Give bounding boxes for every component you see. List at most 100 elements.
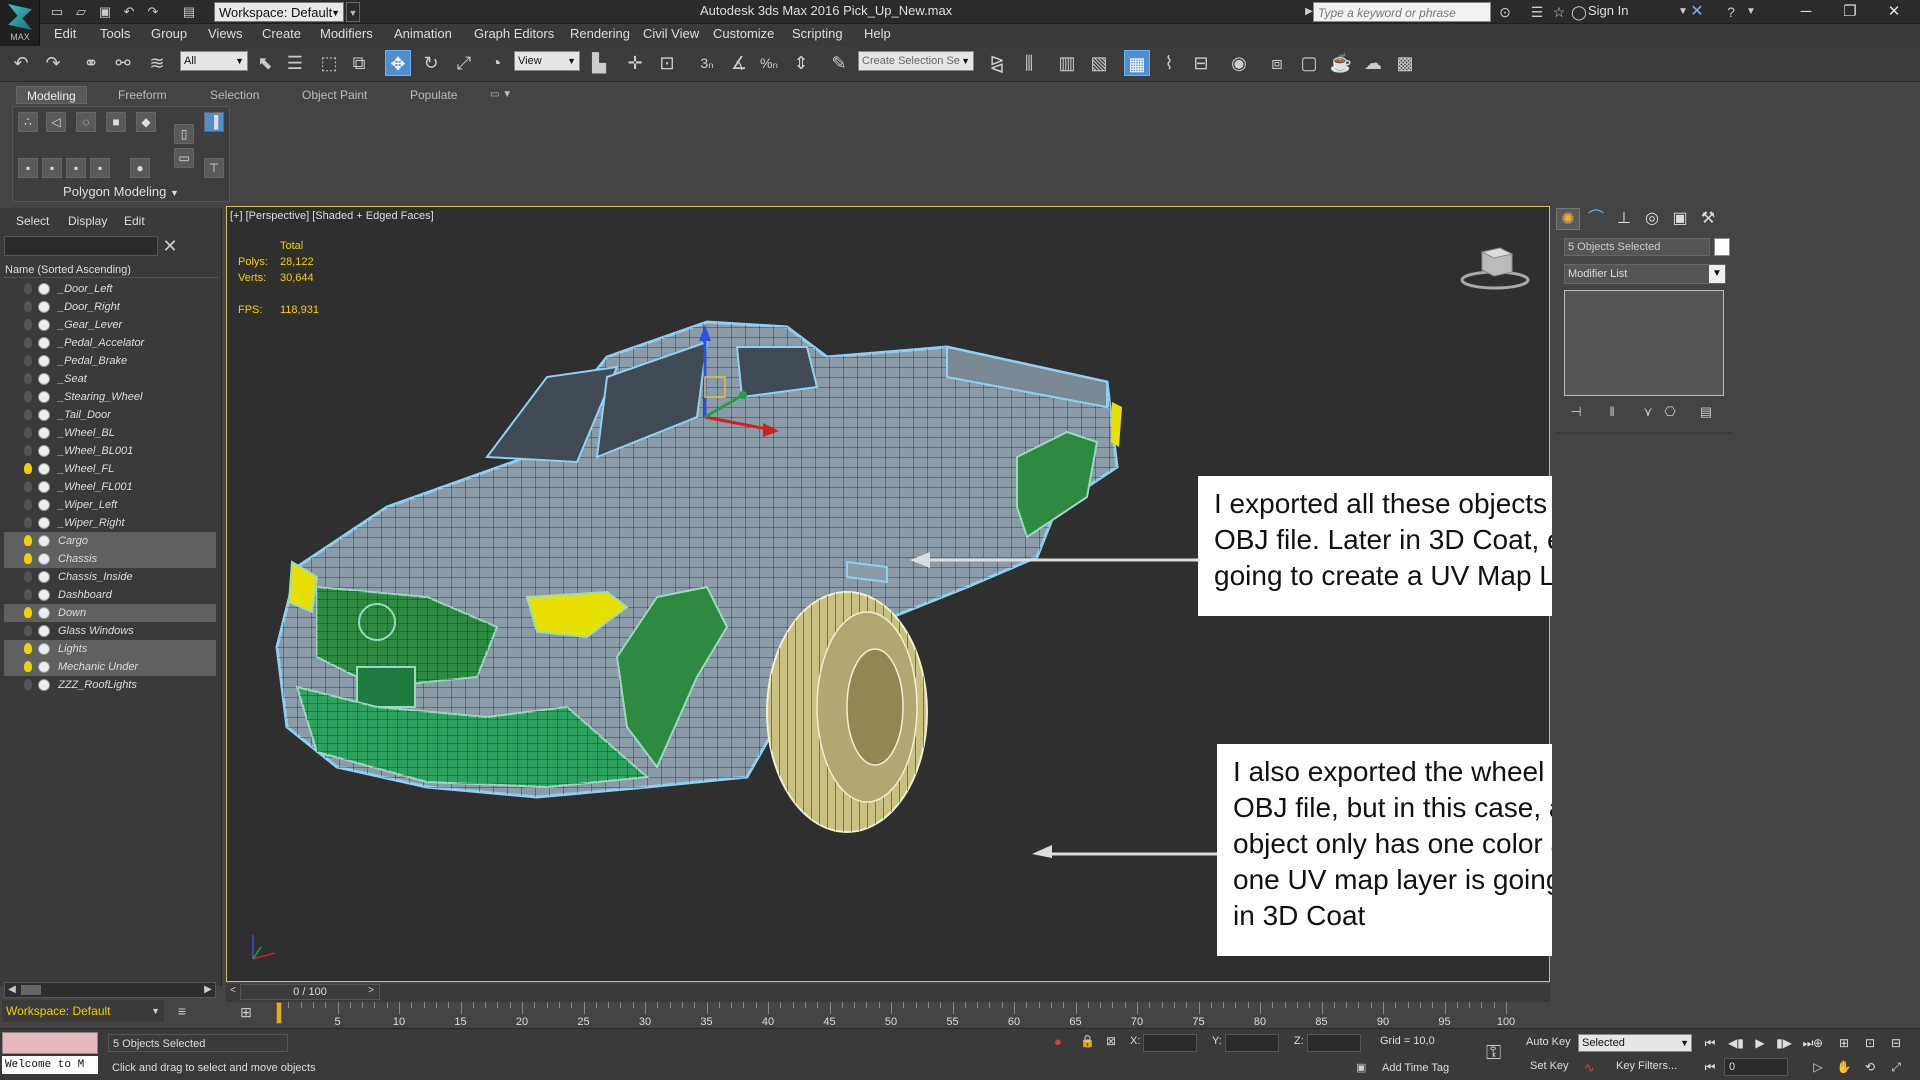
menu-group[interactable]: Group (151, 26, 187, 41)
render-production-icon[interactable]: ☕ (1328, 50, 1354, 76)
visibility-icon[interactable] (38, 607, 50, 619)
visibility-icon[interactable] (38, 679, 50, 691)
scene-list-item[interactable]: Lights (4, 640, 216, 658)
light-bulb-icon[interactable] (24, 553, 32, 564)
light-bulb-icon[interactable] (24, 661, 32, 672)
scene-list-item[interactable]: _Tail_Door (4, 406, 216, 424)
visibility-icon[interactable] (38, 427, 50, 439)
isolate-icon[interactable]: ● (1054, 1034, 1070, 1052)
field-of-view-icon[interactable]: ▷ (1808, 1058, 1828, 1076)
modify-mode-icon[interactable]: ▯ (174, 124, 194, 144)
align-icon[interactable]: ⫼ (1016, 50, 1042, 76)
show-end-result-icon[interactable]: ▐ (204, 112, 224, 132)
snaps-toggle-icon[interactable]: 3ₙ (694, 50, 720, 76)
maxscript-mini-listener[interactable]: Welcome to M (2, 1056, 98, 1074)
menu-animation[interactable]: Animation (394, 26, 452, 41)
previous-key-icon[interactable]: ◀▮ (1726, 1034, 1746, 1052)
visibility-icon[interactable] (38, 643, 50, 655)
make-unique-icon[interactable]: ⋎ (1638, 404, 1658, 420)
project-folder-icon[interactable]: ▤ (180, 3, 198, 21)
go-to-start-icon[interactable]: ⏮ (1700, 1034, 1720, 1052)
tab-modeling[interactable]: Modeling (16, 86, 87, 104)
angle-snap-icon[interactable]: ∡ (726, 50, 752, 76)
light-bulb-icon[interactable] (24, 535, 32, 546)
tab-object-paint[interactable]: Object Paint (292, 86, 377, 104)
edit-named-selection-icon[interactable]: ✎ (826, 50, 852, 76)
rect-selection-icon[interactable]: ⬚ (316, 50, 342, 76)
scale-icon[interactable]: ⤢ (451, 50, 477, 76)
help-dropdown-icon[interactable]: ▼ (1742, 3, 1760, 21)
subscription-icon[interactable]: ☰ (1528, 3, 1546, 21)
scene-column-header[interactable]: Name (Sorted Ascending) (4, 262, 218, 278)
pin-stack-icon[interactable]: ⊤ (204, 158, 224, 178)
scene-list-item[interactable]: ZZZ_RoofLights (4, 676, 216, 694)
star-icon[interactable]: ☆ (1550, 3, 1568, 21)
scene-explorer-toggle-icon[interactable]: ▦ (1124, 50, 1150, 76)
modifier-stack[interactable] (1564, 290, 1724, 396)
scene-list-item[interactable]: _Door_Left (4, 280, 216, 298)
render-setup-icon[interactable]: ⧈ (1264, 50, 1290, 76)
select-by-name-icon[interactable]: ☰ (282, 50, 308, 76)
maximize-viewport-icon[interactable]: ⤢ (1886, 1058, 1906, 1076)
close-icon[interactable]: ✕ (1872, 0, 1916, 24)
scene-list-item[interactable]: _Seat (4, 370, 216, 388)
light-bulb-icon[interactable] (24, 607, 32, 618)
curve-editor-icon[interactable]: ⌇ (1156, 50, 1182, 76)
named-selection-sets-input[interactable]: Create Selection Se ▼ (858, 51, 974, 71)
light-bulb-icon[interactable] (24, 445, 32, 456)
z-coordinate-input[interactable] (1307, 1034, 1361, 1052)
x-coordinate-input[interactable] (1143, 1034, 1197, 1052)
key-mode-icon[interactable]: ∿ (1584, 1060, 1600, 1076)
display-tab-icon[interactable]: ▣ (1668, 208, 1692, 230)
zoom-icon[interactable]: ⊕ (1808, 1034, 1828, 1052)
spinner-snap-icon[interactable]: ⇕ (788, 50, 814, 76)
material-editor-icon[interactable]: ◉ (1226, 50, 1252, 76)
redo-icon[interactable]: ↷ (144, 3, 162, 21)
scene-list-item[interactable]: _Pedal_Accelator (4, 334, 216, 352)
orbit-icon[interactable]: ⟲ (1860, 1058, 1880, 1076)
next-frame-icon[interactable]: > (364, 985, 378, 1001)
visibility-icon[interactable] (38, 535, 50, 547)
object-color-swatch[interactable] (1714, 238, 1730, 256)
light-bulb-icon[interactable] (24, 355, 32, 366)
menu-views[interactable]: Views (208, 26, 242, 41)
set-key-button[interactable]: Set Key (1530, 1060, 1569, 1072)
edge-mode-icon[interactable]: ◁ (46, 112, 66, 132)
visibility-icon[interactable] (38, 283, 50, 295)
visibility-icon[interactable] (38, 517, 50, 529)
scene-list-item[interactable]: _Wheel_FL001 (4, 478, 216, 496)
menu-civil-view[interactable]: Civil View (643, 26, 699, 41)
trackbar-ruler[interactable]: 5 10 15 20 25 30 35 40 45 50 55 60 65 70 75 80 85 90 95 100 (276, 1002, 1515, 1028)
scroll-right-icon[interactable]: ▶ (201, 983, 215, 997)
scene-horizontal-scrollbar[interactable]: ◀ ▶ (4, 982, 216, 998)
scene-tab-select[interactable]: Select (16, 214, 49, 228)
element-mode-icon[interactable]: ◆ (136, 112, 156, 132)
reference-coordinate-dropdown[interactable]: View ▼ (514, 51, 580, 71)
menu-create[interactable]: Create (262, 26, 301, 41)
scene-list-item[interactable]: _Wiper_Right (4, 514, 216, 532)
workspace-selector[interactable]: Workspace: Default ▼ (214, 2, 344, 22)
prev-frame-icon[interactable]: < (226, 985, 240, 1001)
zoom-extents-all-icon[interactable]: ⊟ (1886, 1034, 1906, 1052)
scene-list-item[interactable]: _Stearing_Wheel (4, 388, 216, 406)
pivot-center-icon[interactable]: ▙ (586, 50, 612, 76)
visibility-icon[interactable] (38, 337, 50, 349)
light-bulb-icon[interactable] (24, 337, 32, 348)
exchange-apps-icon[interactable]: ✕ (1688, 3, 1706, 21)
current-frame-marker[interactable] (276, 1002, 282, 1024)
create-tab-icon[interactable]: ✺ (1556, 208, 1580, 230)
scene-list-item[interactable]: _Gear_Lever (4, 316, 216, 334)
light-bulb-icon[interactable] (24, 499, 32, 510)
toggle-ribbon-icon[interactable]: ▧ (1086, 50, 1112, 76)
layer-explorer-icon[interactable]: ▥ (1054, 50, 1080, 76)
light-bulb-icon[interactable] (24, 589, 32, 600)
menu-help[interactable]: Help (864, 26, 891, 41)
light-bulb-icon[interactable] (24, 409, 32, 420)
scene-list-item[interactable]: _Door_Right (4, 298, 216, 316)
user-icon[interactable]: ◯ (1570, 3, 1588, 21)
maxscript-listener[interactable] (2, 1032, 98, 1054)
select-move-icon[interactable]: ✥ (385, 50, 411, 76)
render-gallery-icon[interactable]: ▩ (1392, 50, 1418, 76)
menu-graph-editors[interactable]: Graph Editors (474, 26, 554, 41)
scrollbar-thumb[interactable] (21, 985, 41, 995)
